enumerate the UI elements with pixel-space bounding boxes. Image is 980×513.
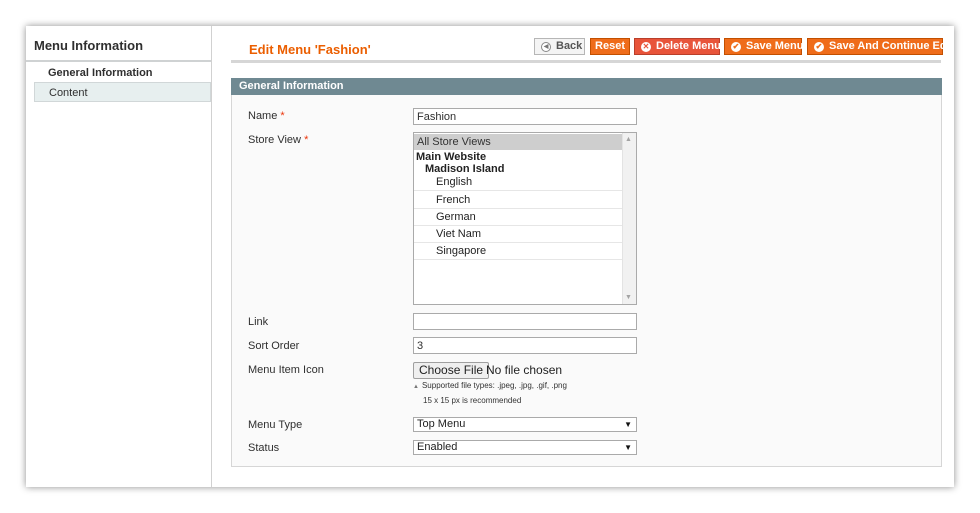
- store-view-scrollbar[interactable]: ▲ ▼: [622, 133, 636, 304]
- back-button-label: Back: [556, 40, 583, 52]
- store-view-option-all[interactable]: All Store Views: [414, 134, 623, 150]
- store-view-label-text: Store View: [248, 134, 301, 146]
- scroll-up-arrow-icon[interactable]: ▲: [625, 136, 632, 143]
- back-arrow-icon: ◀: [541, 41, 551, 52]
- icon-size-hint: 15 x 15 px is recommended: [423, 396, 522, 405]
- store-view-option-french[interactable]: French: [414, 192, 623, 209]
- back-button[interactable]: ◀ Back: [534, 38, 585, 55]
- menu-item-icon-label: Menu Item Icon: [248, 364, 324, 376]
- sort-order-label: Sort Order: [248, 340, 300, 352]
- checkmark-icon: ✔: [731, 41, 741, 52]
- section-header: General Information: [231, 78, 942, 95]
- menu-type-value: Top Menu: [417, 418, 466, 430]
- status-value: Enabled: [417, 441, 458, 453]
- required-marker: *: [280, 110, 285, 122]
- save-menu-button[interactable]: ✔ Save Menu: [724, 38, 804, 55]
- menu-type-select[interactable]: Top Menu ▼: [413, 417, 637, 432]
- save-and-continue-button-label: Save And Continue Edit: [829, 40, 954, 52]
- store-view-option-german[interactable]: German: [414, 209, 623, 226]
- header-divider: [231, 60, 941, 63]
- status-select[interactable]: Enabled ▼: [413, 440, 637, 455]
- delete-x-icon: ✕: [641, 41, 651, 52]
- dropdown-arrow-icon: ▼: [624, 443, 632, 452]
- info-triangle-icon: ▲: [413, 384, 419, 390]
- link-input[interactable]: [413, 313, 637, 330]
- name-label-text: Name: [248, 110, 278, 122]
- name-input[interactable]: [413, 108, 637, 125]
- link-label: Link: [248, 316, 269, 328]
- page-title: Edit Menu 'Fashion': [249, 42, 371, 57]
- delete-menu-button-label: Delete Menu: [656, 40, 721, 52]
- sidebar-divider: [26, 60, 211, 62]
- checkmark-icon: ✔: [814, 41, 824, 52]
- store-view-option-english[interactable]: English: [414, 174, 623, 191]
- save-and-continue-button[interactable]: ✔ Save And Continue Edit: [807, 38, 953, 55]
- menu-type-label: Menu Type: [248, 419, 303, 431]
- file-types-hint: ▲ Supported file types: .jpeg, .jpg, .gif…: [413, 381, 567, 390]
- sort-order-input[interactable]: [413, 337, 637, 354]
- status-label: Status: [248, 442, 280, 454]
- store-view-option-viet-nam[interactable]: Viet Nam: [414, 226, 623, 243]
- sidebar-item-general-information[interactable]: General Information: [34, 63, 211, 83]
- sidebar: Menu Information General Information Con…: [26, 26, 212, 487]
- app-window: Menu Information General Information Con…: [26, 26, 954, 487]
- scroll-down-arrow-icon[interactable]: ▼: [625, 294, 632, 301]
- file-status: No file chosen: [486, 363, 563, 377]
- dropdown-arrow-icon: ▼: [624, 420, 632, 429]
- name-label: Name *: [248, 110, 285, 122]
- file-types-hint-text: Supported file types: .jpeg, .jpg, .gif,…: [421, 381, 567, 390]
- sidebar-title: Menu Information: [34, 38, 144, 53]
- reset-button[interactable]: Reset: [590, 38, 630, 55]
- store-view-multiselect[interactable]: All Store Views Main Website Madison Isl…: [413, 132, 637, 305]
- sidebar-item-content[interactable]: Content: [34, 82, 211, 102]
- reset-button-label: Reset: [595, 40, 625, 52]
- choose-file-button[interactable]: Choose File: [413, 362, 490, 379]
- save-menu-button-label: Save Menu: [746, 40, 804, 52]
- delete-menu-button[interactable]: ✕ Delete Menu: [634, 38, 721, 55]
- store-view-option-singapore[interactable]: Singapore: [414, 243, 623, 260]
- required-marker: *: [304, 134, 309, 146]
- store-view-label: Store View *: [248, 134, 308, 146]
